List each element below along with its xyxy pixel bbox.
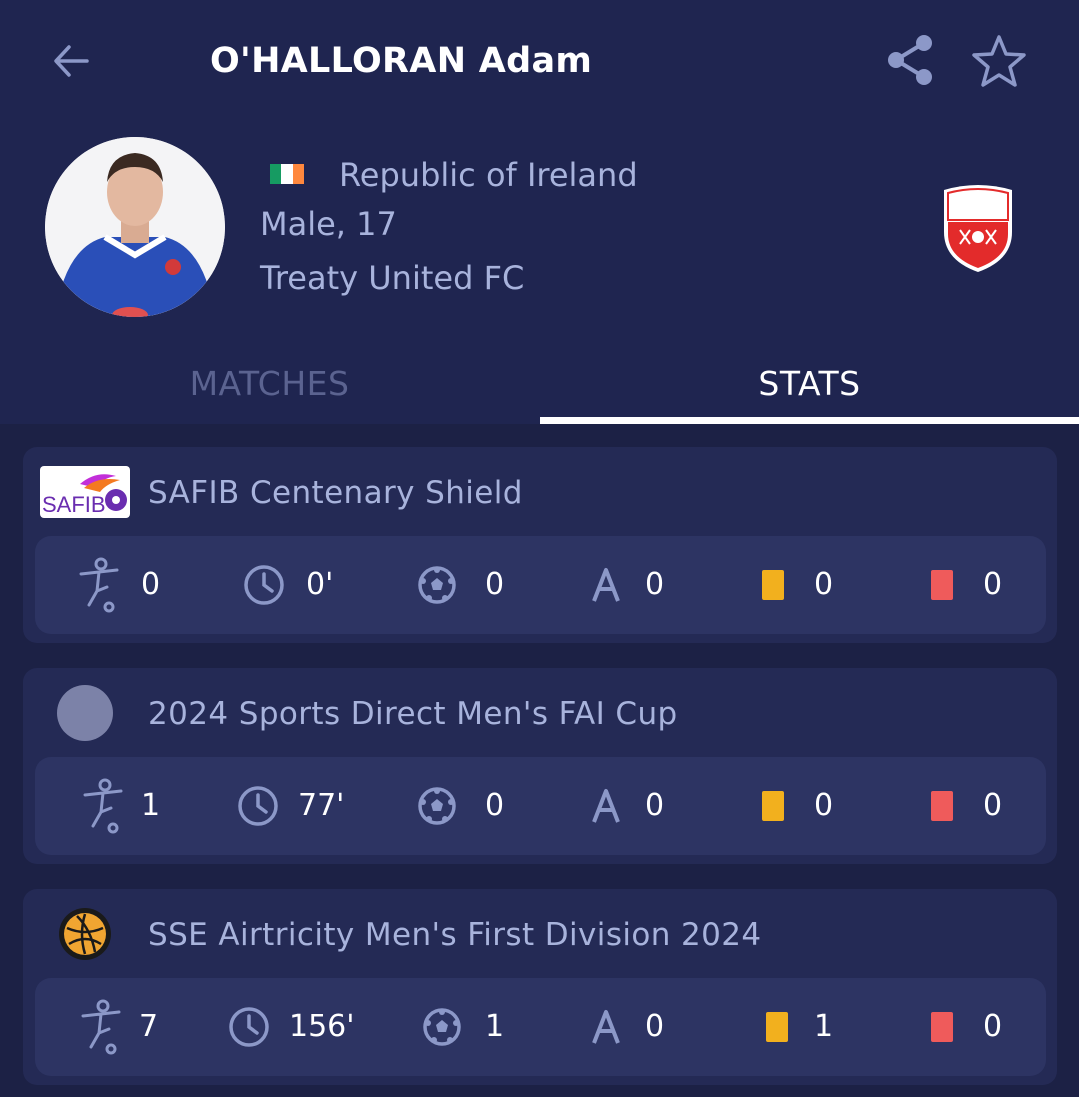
favorite-button[interactable] — [968, 30, 1030, 92]
red-cards-stat: 0 — [931, 536, 1002, 634]
assists-stat: 0 — [591, 978, 664, 1076]
red-card-icon — [931, 570, 953, 600]
appearances-value: 1 — [141, 788, 161, 823]
goals-stat: 0 — [417, 757, 504, 855]
star-outline-icon — [972, 35, 1026, 87]
goals-value: 1 — [485, 1009, 505, 1044]
back-button[interactable] — [48, 38, 94, 84]
share-button[interactable] — [880, 30, 940, 90]
assists-value: 0 — [645, 567, 665, 602]
goals-stat: 1 — [422, 978, 504, 1076]
player-kick-icon — [79, 999, 123, 1055]
red-card-icon — [931, 791, 953, 821]
red-cards-value: 0 — [983, 567, 1003, 602]
yellow-cards-value: 0 — [814, 788, 834, 823]
stats-row: 1 77' 0 0 0 0 — [35, 757, 1046, 855]
competition-logo-placeholder — [40, 685, 130, 741]
stats-row: 0 0' 0 0 0 0 — [35, 536, 1046, 634]
competition-name: SSE Airtricity Men's First Division 2024 — [148, 917, 762, 953]
tab-matches[interactable]: MATCHES — [0, 345, 539, 423]
football-icon — [417, 786, 457, 826]
minutes-value: 77' — [298, 788, 345, 823]
competition-name: 2024 Sports Direct Men's FAI Cup — [148, 696, 678, 732]
minutes-value: 0' — [306, 567, 334, 602]
appearances-value: 7 — [139, 1009, 159, 1044]
tab-stats[interactable]: STATS — [540, 345, 1079, 423]
minutes-value: 156' — [289, 1009, 355, 1044]
minutes-stat: 156' — [227, 978, 355, 1076]
ireland-flag-icon — [270, 164, 304, 184]
assist-icon — [591, 788, 621, 824]
goals-stat: 0 — [417, 536, 504, 634]
yellow-card-icon — [762, 570, 784, 600]
player-gender-age: Male, 17 — [260, 205, 397, 243]
appearances-stat: 7 — [79, 978, 158, 1076]
page-title: O'HALLORAN Adam — [210, 41, 593, 81]
player-country: Republic of Ireland — [339, 156, 638, 194]
stats-row: 7 156' 1 0 1 0 — [35, 978, 1046, 1076]
player-kick-icon — [77, 557, 121, 613]
football-ball-logo-icon — [40, 908, 130, 960]
goals-value: 0 — [485, 788, 505, 823]
red-cards-stat: 0 — [931, 757, 1002, 855]
red-cards-stat: 0 — [931, 978, 1002, 1076]
yellow-cards-value: 0 — [814, 567, 834, 602]
yellow-cards-stat: 0 — [762, 757, 833, 855]
assists-stat: 0 — [591, 757, 664, 855]
goals-value: 0 — [485, 567, 505, 602]
player-avatar — [45, 137, 225, 317]
share-icon — [888, 35, 932, 85]
assist-icon — [591, 1009, 621, 1045]
clock-icon — [236, 784, 280, 828]
player-header: O'HALLORAN Adam Republic of Ireland Male… — [0, 0, 1079, 424]
safib-logo-icon: SAFIB — [40, 466, 130, 518]
assists-value: 0 — [645, 788, 665, 823]
player-photo — [45, 137, 225, 317]
yellow-cards-stat: 1 — [766, 978, 833, 1076]
competition-card[interactable]: 2024 Sports Direct Men's FAI Cup 1 77' 0… — [23, 668, 1057, 864]
arrow-left-icon — [54, 45, 89, 77]
player-team[interactable]: Treaty United FC — [260, 256, 524, 300]
red-cards-value: 0 — [983, 788, 1003, 823]
yellow-cards-stat: 0 — [762, 536, 833, 634]
minutes-stat: 77' — [236, 757, 344, 855]
appearances-value: 0 — [141, 567, 161, 602]
yellow-card-icon — [766, 1012, 788, 1042]
football-icon — [417, 565, 457, 605]
competition-card[interactable]: SAFIB SAFIB Centenary Shield 0 0' 0 0 0 … — [23, 447, 1057, 643]
assist-icon — [591, 567, 621, 603]
treaty-united-crest-icon — [944, 185, 1012, 272]
active-tab-indicator — [540, 417, 1079, 424]
assists-stat: 0 — [591, 536, 664, 634]
club-logo[interactable] — [940, 182, 1016, 274]
player-kick-icon — [81, 778, 125, 834]
competition-card[interactable]: SSE Airtricity Men's First Division 2024… — [23, 889, 1057, 1085]
competition-name: SAFIB Centenary Shield — [148, 475, 523, 511]
clock-icon — [227, 1005, 271, 1049]
yellow-cards-value: 1 — [814, 1009, 834, 1044]
red-card-icon — [931, 1012, 953, 1042]
clock-icon — [242, 563, 286, 607]
football-icon — [422, 1007, 462, 1047]
assists-value: 0 — [645, 1009, 665, 1044]
svg-text:SAFIB: SAFIB — [42, 492, 106, 517]
red-cards-value: 0 — [983, 1009, 1003, 1044]
yellow-card-icon — [762, 791, 784, 821]
minutes-stat: 0' — [242, 536, 333, 634]
appearances-stat: 1 — [81, 757, 160, 855]
appearances-stat: 0 — [77, 536, 160, 634]
